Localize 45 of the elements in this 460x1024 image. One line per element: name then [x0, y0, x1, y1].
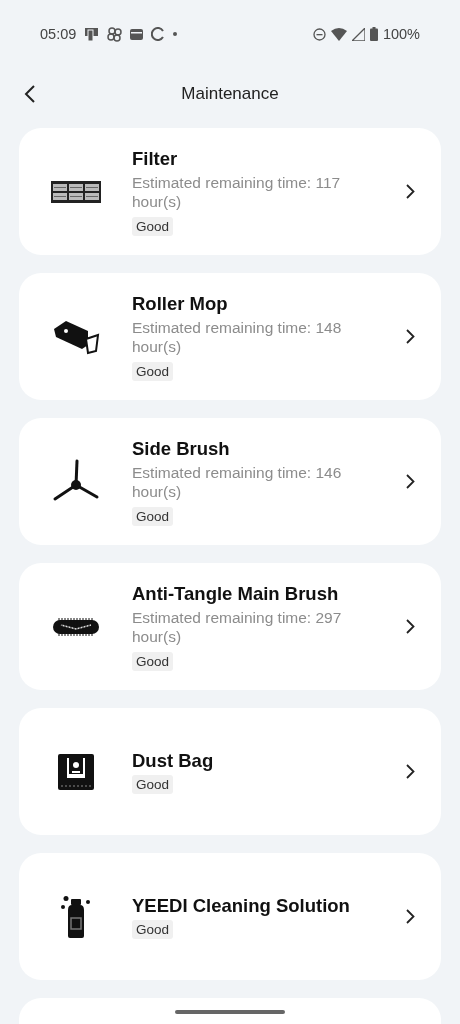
signal-icon: [351, 27, 365, 41]
chevron-icon: [406, 909, 415, 924]
component-name: Dust Bag: [132, 749, 214, 772]
remaining-time: Estimated remaining time: 146 hour(s): [132, 462, 343, 501]
device-icon: [84, 26, 100, 42]
chevron-icon: [406, 619, 415, 634]
status-badge: Good: [132, 774, 174, 794]
component-name: Filter: [132, 147, 178, 170]
component-card[interactable]: Roller Mop Estimated remaining time: 148 hour(s) Good: [19, 273, 441, 400]
chevron-icon: [406, 764, 415, 779]
component-name: Anti-Tangle Main Brush: [132, 582, 339, 605]
do-not-disturb-icon: [312, 27, 326, 41]
bottle-icon: [59, 895, 92, 938]
component-card[interactable]: YEEDI Cleaning Solution Good: [19, 853, 441, 980]
component-card[interactable]: Dust Bag Good: [19, 708, 441, 835]
roller-mop-icon: [51, 318, 100, 355]
fan-icon: [107, 26, 123, 42]
component-card[interactable]: Side Brush Estimated remaining time: 146 hour(s) Good: [19, 418, 441, 545]
filter-icon: [50, 180, 101, 203]
status-badge: Good: [132, 506, 174, 526]
remaining-time: Estimated remaining time: 297 hour(s): [132, 607, 343, 646]
component-name: Side Brush: [132, 437, 230, 460]
status-badge: Good: [132, 361, 174, 381]
component-card[interactable]: Anti-Tangle Main Brush Estimated remaining time: 297 hour(s) Good: [19, 563, 441, 690]
chevron-icon: [406, 329, 415, 344]
status-badge: Good: [132, 651, 174, 671]
wallet-icon: [130, 28, 144, 40]
clock: 05:09: [40, 26, 77, 42]
chevron-icon: [406, 184, 415, 199]
component-card[interactable]: Filter Estimated remaining time: 117 hour(s) Good: [19, 128, 441, 255]
chevron-icon: [406, 474, 415, 489]
battery-icon: [369, 27, 378, 41]
component-name: Roller Mop: [132, 292, 228, 315]
main-brush-icon: [50, 617, 101, 636]
wifi-icon: [330, 27, 347, 41]
component-name: YEEDI Cleaning Solution: [132, 894, 350, 917]
remaining-time: Estimated remaining time: 117 hour(s): [132, 172, 342, 211]
sync-icon: [151, 27, 166, 41]
status-badge: Good: [132, 919, 174, 939]
remaining-time: Estimated remaining time: 148 hour(s): [132, 317, 343, 356]
status-badge: Good: [132, 216, 174, 236]
battery-level: 100%: [382, 26, 420, 42]
page-title: Maintenance: [181, 84, 279, 104]
dot-icon: [173, 32, 178, 36]
dust-bag-icon: [57, 753, 94, 790]
